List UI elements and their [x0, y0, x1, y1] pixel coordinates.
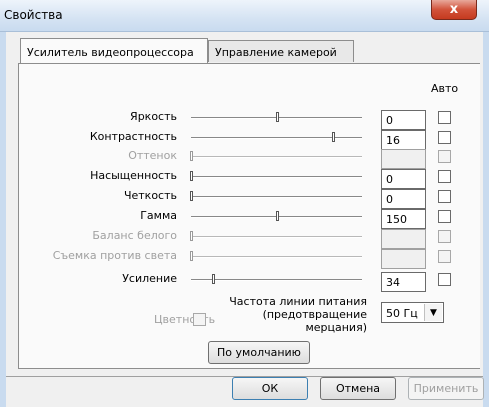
chevron-down-icon[interactable]: ▼ [424, 304, 442, 321]
property-label: Оттенок [128, 149, 177, 162]
slider-thumb[interactable] [212, 274, 215, 284]
power-line-frequency-label: Частота линии питания (предотвращение ме… [222, 295, 367, 334]
property-value-field[interactable]: 16 [381, 130, 426, 150]
close-button[interactable]: x [431, 0, 477, 20]
ok-button-label: ОК [261, 382, 279, 395]
apply-button[interactable]: Применить [408, 377, 484, 400]
auto-checkbox[interactable] [438, 210, 451, 223]
property-label: Гамма [140, 209, 177, 222]
property-label: Баланс белого [92, 229, 177, 242]
property-slider[interactable] [191, 256, 362, 258]
power-line-selected-value: 50 Гц [386, 307, 418, 320]
title-bar: Свойства x [0, 0, 489, 32]
property-label: Насыщенность [90, 169, 177, 182]
property-value-field[interactable]: 150 [381, 209, 426, 229]
tab-label: Управление камерой [215, 46, 337, 59]
auto-column-header: Авто [431, 82, 459, 95]
tab-label: Усилитель видеопроцессора [27, 46, 194, 59]
tab-video-amplifier[interactable]: Усилитель видеопроцессора [20, 38, 208, 63]
slider-thumb[interactable] [190, 251, 193, 261]
property-value-field[interactable]: 0 [381, 110, 426, 130]
close-icon: x [449, 2, 459, 17]
cancel-button[interactable]: Отмена [320, 377, 396, 400]
auto-checkbox[interactable] [438, 273, 451, 286]
auto-checkbox[interactable] [438, 170, 451, 183]
property-slider[interactable] [191, 176, 362, 178]
property-value-field[interactable]: 0 [381, 169, 426, 189]
property-value-field[interactable]: 0 [381, 189, 426, 209]
property-slider[interactable] [191, 137, 362, 139]
slider-thumb[interactable] [332, 132, 335, 142]
property-label: Усиление [122, 272, 177, 285]
slider-thumb[interactable] [190, 151, 193, 161]
slider-thumb[interactable] [276, 112, 279, 122]
slider-thumb[interactable] [276, 211, 279, 221]
defaults-button-label: По умолчанию [217, 346, 301, 359]
apply-button-label: Применить [413, 382, 479, 395]
window-title: Свойства [4, 8, 63, 22]
auto-checkbox[interactable] [438, 131, 451, 144]
property-value-field[interactable] [381, 249, 426, 269]
slider-thumb[interactable] [190, 171, 193, 181]
auto-checkbox[interactable] [438, 230, 451, 243]
power-line-frequency-select[interactable]: 50 Гц ▼ [381, 302, 444, 323]
cancel-button-label: Отмена [335, 382, 381, 395]
power-line-label-line: Частота линии питания [229, 295, 367, 308]
property-label: Яркость [130, 110, 177, 123]
property-label: Съемка против света [52, 249, 177, 262]
defaults-button[interactable]: По умолчанию [208, 341, 310, 364]
power-line-label-line: мерцания) [305, 321, 367, 334]
property-slider[interactable] [191, 156, 362, 158]
auto-checkbox[interactable] [438, 111, 451, 124]
color-checkbox[interactable] [193, 313, 206, 326]
slider-thumb[interactable] [190, 231, 193, 241]
auto-checkbox[interactable] [438, 250, 451, 263]
ok-button[interactable]: ОК [232, 377, 308, 400]
property-slider[interactable] [191, 279, 362, 281]
property-value-field[interactable] [381, 229, 426, 249]
property-label: Четкость [123, 189, 177, 202]
auto-checkbox[interactable] [438, 190, 451, 203]
property-slider[interactable] [191, 196, 362, 198]
property-value-field[interactable]: 34 [381, 272, 426, 292]
property-label: Контрастность [89, 130, 177, 143]
property-slider[interactable] [191, 236, 362, 238]
property-value-field[interactable] [381, 149, 426, 169]
auto-checkbox[interactable] [438, 150, 451, 163]
window-frame-left [0, 32, 6, 407]
slider-thumb[interactable] [190, 191, 193, 201]
window-frame-right [483, 32, 489, 407]
tab-camera-control[interactable]: Управление камерой [208, 40, 354, 62]
power-line-label-line: (предотвращение [262, 308, 367, 321]
